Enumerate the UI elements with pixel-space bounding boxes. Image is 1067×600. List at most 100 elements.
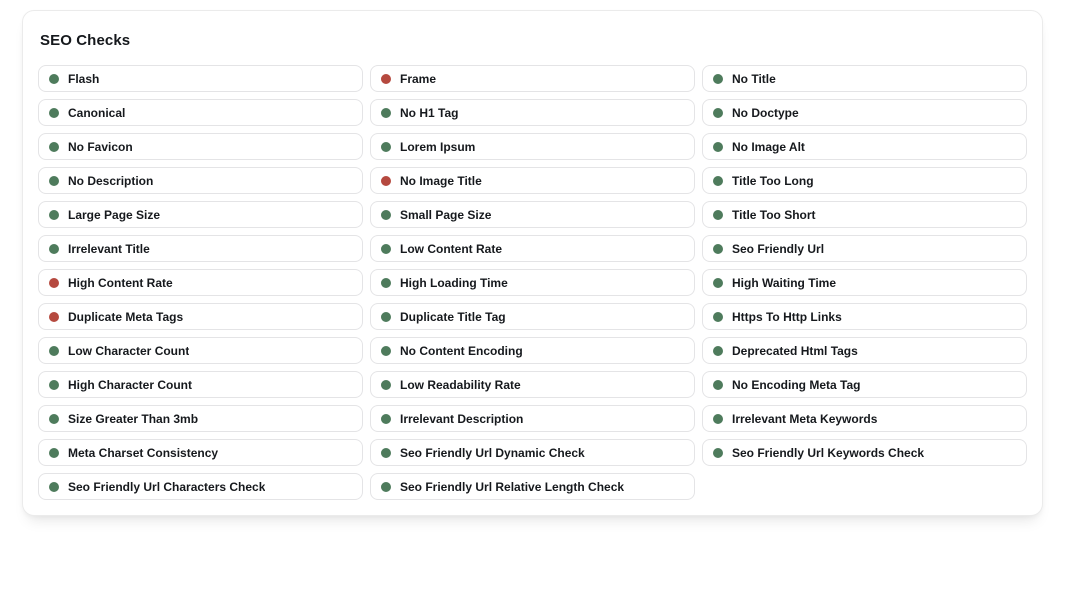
check-item[interactable]: Lorem Ipsum [370,133,695,160]
status-dot-icon [713,413,723,424]
check-label: Seo Friendly Url Keywords Check [732,445,925,460]
check-label: High Content Rate [68,275,173,290]
check-label: Low Character Count [68,343,190,358]
check-item[interactable]: Flash [38,65,363,92]
check-item[interactable]: Irrelevant Description [370,405,695,432]
status-dot-icon [381,73,391,84]
check-item[interactable]: Size Greater Than 3mb [38,405,363,432]
status-dot-icon [49,277,59,288]
check-item[interactable]: High Loading Time [370,269,695,296]
check-item[interactable]: Https To Http Links [702,303,1027,330]
status-dot-icon [49,447,59,458]
check-label: No Description [68,173,154,188]
status-dot-icon [381,243,391,254]
status-dot-icon [381,277,391,288]
check-item[interactable]: Low Readability Rate [370,371,695,398]
status-dot-icon [49,141,59,152]
check-item[interactable]: No Content Encoding [370,337,695,364]
check-item[interactable]: Seo Friendly Url [702,235,1027,262]
check-label: No Image Alt [732,139,805,154]
check-item[interactable]: High Character Count [38,371,363,398]
check-item[interactable]: Irrelevant Meta Keywords [702,405,1027,432]
status-dot-icon [381,311,391,322]
check-item[interactable]: Deprecated Html Tags [702,337,1027,364]
check-item[interactable]: Large Page Size [38,201,363,228]
status-dot-icon [381,379,391,390]
check-item[interactable]: No Doctype [702,99,1027,126]
check-item[interactable]: Duplicate Title Tag [370,303,695,330]
check-item[interactable]: Title Too Long [702,167,1027,194]
check-label: Seo Friendly Url Characters Check [68,479,266,494]
check-item[interactable]: No Image Title [370,167,695,194]
check-label: No Encoding Meta Tag [732,377,861,392]
check-item[interactable]: Low Content Rate [370,235,695,262]
panel-title: SEO Checks [40,32,131,49]
check-item[interactable]: No H1 Tag [370,99,695,126]
status-dot-icon [381,413,391,424]
check-label: No Image Title [400,173,482,188]
status-dot-icon [49,243,59,254]
check-item[interactable]: No Encoding Meta Tag [702,371,1027,398]
check-item[interactable]: High Waiting Time [702,269,1027,296]
check-label: Title Too Short [732,207,816,222]
check-label: Large Page Size [68,207,161,222]
check-label: Seo Friendly Url Relative Length Check [400,479,625,494]
check-item[interactable]: Frame [370,65,695,92]
check-label: Canonical [68,105,126,120]
check-item[interactable]: Seo Friendly Url Dynamic Check [370,439,695,466]
check-label: Frame [400,71,437,86]
check-item[interactable]: Duplicate Meta Tags [38,303,363,330]
check-item[interactable]: High Content Rate [38,269,363,296]
status-dot-icon [713,379,723,390]
status-dot-icon [713,447,723,458]
check-label: No Content Encoding [400,343,523,358]
status-dot-icon [381,345,391,356]
check-item[interactable]: No Title [702,65,1027,92]
status-dot-icon [49,107,59,118]
check-item[interactable]: Seo Friendly Url Characters Check [38,473,363,500]
status-dot-icon [49,73,59,84]
check-label: Flash [68,71,100,86]
status-dot-icon [713,73,723,84]
status-dot-icon [381,447,391,458]
check-item[interactable]: No Description [38,167,363,194]
check-item[interactable]: No Image Alt [702,133,1027,160]
check-item[interactable]: Low Character Count [38,337,363,364]
check-label: High Waiting Time [732,275,836,290]
seo-checks-panel: SEO Checks Flash Frame No Title Canonica… [22,10,1043,516]
status-dot-icon [713,209,723,220]
check-label: Seo Friendly Url [732,241,825,256]
check-item[interactable]: Canonical [38,99,363,126]
check-label: Irrelevant Meta Keywords [732,411,878,426]
check-item[interactable]: No Favicon [38,133,363,160]
status-dot-icon [381,481,391,492]
check-label: Duplicate Title Tag [400,309,506,324]
check-label: High Loading Time [400,275,508,290]
check-label: Title Too Long [732,173,814,188]
check-label: Irrelevant Description [400,411,524,426]
status-dot-icon [713,311,723,322]
check-item[interactable]: Seo Friendly Url Keywords Check [702,439,1027,466]
status-dot-icon [713,175,723,186]
check-label: No Favicon [68,139,133,154]
check-label: No H1 Tag [400,105,459,120]
check-label: Seo Friendly Url Dynamic Check [400,445,585,460]
check-label: Size Greater Than 3mb [68,411,199,426]
check-item[interactable]: Irrelevant Title [38,235,363,262]
check-label: High Character Count [68,377,193,392]
check-label: Meta Charset Consistency [68,445,219,460]
status-dot-icon [713,107,723,118]
status-dot-icon [49,311,59,322]
status-dot-icon [713,277,723,288]
status-dot-icon [381,107,391,118]
status-dot-icon [381,175,391,186]
status-dot-icon [49,379,59,390]
check-item[interactable]: Seo Friendly Url Relative Length Check [370,473,695,500]
check-label: Irrelevant Title [68,241,150,256]
check-item[interactable]: Title Too Short [702,201,1027,228]
check-label: Low Content Rate [400,241,502,256]
check-item[interactable]: Small Page Size [370,201,695,228]
check-item[interactable]: Meta Charset Consistency [38,439,363,466]
checks-grid: Flash Frame No Title Canonical No H1 Tag… [38,65,1027,500]
check-label: Low Readability Rate [400,377,521,392]
